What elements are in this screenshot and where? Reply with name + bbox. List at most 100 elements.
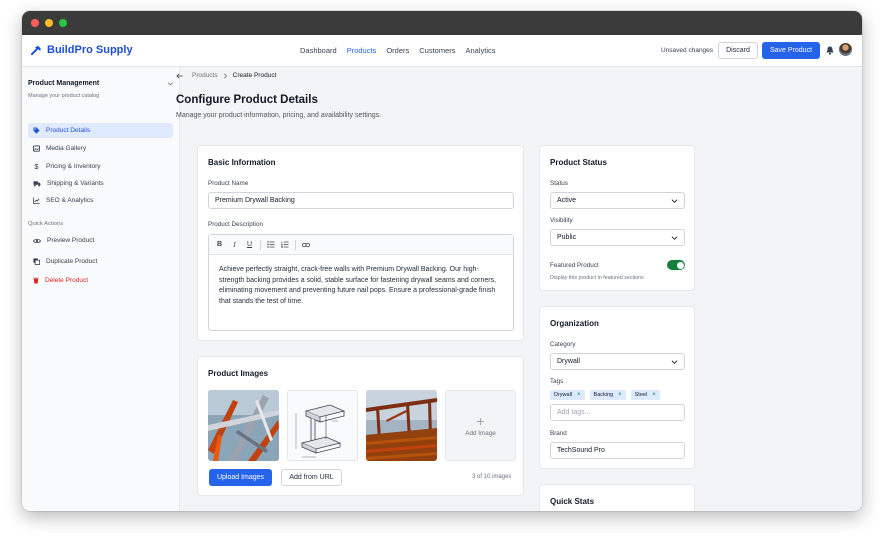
maximize-window-button[interactable] — [59, 19, 67, 27]
top-navigation: BuildPro Supply Dashboard Products Order… — [22, 35, 862, 67]
duplicate-product-action[interactable]: Duplicate Product — [28, 254, 173, 269]
status-label: Status — [550, 180, 568, 187]
card-title: Basic Information — [208, 158, 276, 167]
remove-tag-icon[interactable]: × — [577, 392, 581, 398]
upload-images-button[interactable]: Upload Images — [209, 469, 272, 486]
dollar-icon: $ — [34, 162, 39, 171]
i-beam-drawing — [295, 404, 346, 458]
bold-button[interactable]: B — [215, 241, 224, 248]
basic-information-card: Basic Information Product Name Premium D… — [197, 145, 524, 341]
toolbar-divider — [295, 239, 296, 250]
arrow-left-icon[interactable] — [176, 73, 183, 79]
category-label: Category — [550, 341, 576, 348]
tag-chip: Drywall × — [550, 390, 585, 400]
chevron-right-icon — [223, 73, 227, 78]
quick-stats-card: Quick Stats — [539, 484, 695, 511]
visibility-select[interactable]: Public — [550, 229, 685, 246]
close-window-button[interactable] — [31, 19, 39, 27]
description-editor: B I U Achieve perfectly straight, crack-… — [208, 234, 514, 331]
nav-orders[interactable]: Orders — [386, 46, 409, 55]
quick-actions-heading: Quick Actions — [28, 221, 64, 227]
card-title: Product Status — [550, 158, 607, 167]
tag-label: Drywall — [554, 392, 573, 398]
product-image-2[interactable] — [287, 390, 358, 461]
featured-product-label: Featured Product — [550, 262, 599, 269]
numbered-list-icon[interactable] — [281, 241, 289, 248]
preview-product-action[interactable]: Preview Product — [28, 233, 173, 248]
sidebar-item-label: Product Details — [46, 127, 91, 134]
delete-product-action[interactable]: Delete Product — [28, 273, 173, 288]
product-name-label: Product Name — [208, 180, 249, 187]
nav-dashboard[interactable]: Dashboard — [300, 46, 337, 55]
card-title: Quick Stats — [550, 497, 595, 506]
steel-frame-photo — [208, 390, 279, 461]
page-subtitle: Manage your product information, pricing… — [176, 112, 382, 119]
brand-logo[interactable]: BuildPro Supply — [31, 44, 133, 56]
truck-icon — [33, 181, 41, 187]
add-image-tile[interactable]: + Add Image — [445, 390, 516, 461]
status-select[interactable]: Active — [550, 192, 685, 209]
brand-name: BuildPro Supply — [47, 44, 133, 56]
tags-label: Tags — [550, 378, 564, 385]
plus-icon: + — [476, 412, 485, 429]
remove-tag-icon[interactable]: × — [652, 392, 656, 398]
bell-icon[interactable] — [826, 46, 834, 55]
chart-icon — [33, 197, 40, 204]
link-icon[interactable] — [302, 242, 310, 248]
sidebar-item-label: Media Gallery — [46, 145, 87, 152]
chevron-down-icon — [671, 235, 678, 240]
chevron-down-icon[interactable] — [167, 80, 174, 87]
bullet-list-icon[interactable] — [267, 241, 275, 248]
trash-icon — [33, 277, 39, 284]
nav-customers[interactable]: Customers — [419, 46, 455, 55]
user-avatar[interactable] — [839, 43, 852, 56]
visibility-value: Public — [557, 234, 577, 241]
product-name-input[interactable]: Premium Drywall Backing — [208, 192, 514, 209]
sidebar-item-shipping-variants[interactable]: Shipping & Variants — [28, 176, 173, 191]
tag-list: Drywall × Backing × Steel × — [550, 390, 660, 400]
product-image-1[interactable] — [208, 390, 279, 461]
nav-products[interactable]: Products — [347, 46, 377, 55]
toolbar-divider — [260, 239, 261, 250]
sidebar-item-label: Shipping & Variants — [47, 180, 104, 187]
tag-label: Backing — [593, 392, 614, 398]
chevron-down-icon — [671, 198, 678, 203]
sidebar-item-product-details[interactable]: Product Details — [28, 123, 173, 138]
tag-label: Steel — [634, 392, 648, 398]
sidebar: Product Management Manage your product c… — [22, 67, 180, 511]
sidebar-item-media-gallery[interactable]: Media Gallery — [28, 141, 173, 156]
remove-tag-icon[interactable]: × — [618, 392, 622, 398]
add-image-label: Add Image — [465, 429, 496, 437]
card-title: Product Images — [208, 369, 269, 378]
sidebar-subtitle: Manage your product catalog — [28, 93, 100, 99]
breadcrumb-parent[interactable]: Products — [192, 72, 218, 79]
featured-toggle[interactable] — [667, 260, 685, 270]
tag-icon — [33, 127, 40, 134]
sidebar-title: Product Management — [28, 80, 100, 87]
image-count: 3 of 10 images — [472, 474, 512, 480]
minimize-window-button[interactable] — [45, 19, 53, 27]
steel-beams-photo — [366, 390, 437, 461]
product-image-3[interactable] — [366, 390, 437, 461]
sidebar-action-label: Duplicate Product — [46, 258, 98, 265]
featured-product-hint: Display this product in featured section… — [550, 275, 644, 281]
nav-analytics[interactable]: Analytics — [466, 46, 496, 55]
sidebar-item-pricing-inventory[interactable]: $ Pricing & Inventory — [28, 159, 173, 174]
italic-button[interactable]: I — [230, 241, 239, 249]
discard-button[interactable]: Discard — [718, 42, 758, 59]
tags-input[interactable]: Add tags... — [550, 404, 685, 421]
save-product-button[interactable]: Save Product — [762, 42, 820, 59]
status-value: Active — [557, 197, 577, 204]
unsaved-changes-indicator: Unsaved changes — [661, 47, 714, 54]
organization-card: Organization Category Drywall Tags Drywa… — [539, 306, 695, 469]
category-value: Drywall — [557, 358, 580, 365]
sidebar-item-seo-analytics[interactable]: SEO & Analytics — [28, 193, 173, 208]
category-select[interactable]: Drywall — [550, 353, 685, 370]
image-icon — [33, 145, 40, 152]
underline-button[interactable]: U — [245, 241, 254, 248]
window-titlebar — [22, 11, 862, 35]
add-from-url-button[interactable]: Add from URL — [281, 469, 342, 486]
brand-input[interactable]: TechSound Pro — [550, 442, 685, 459]
description-text[interactable]: Achieve perfectly straight, crack-free w… — [209, 255, 513, 317]
product-status-card: Product Status Status Active Visibility … — [539, 145, 695, 291]
